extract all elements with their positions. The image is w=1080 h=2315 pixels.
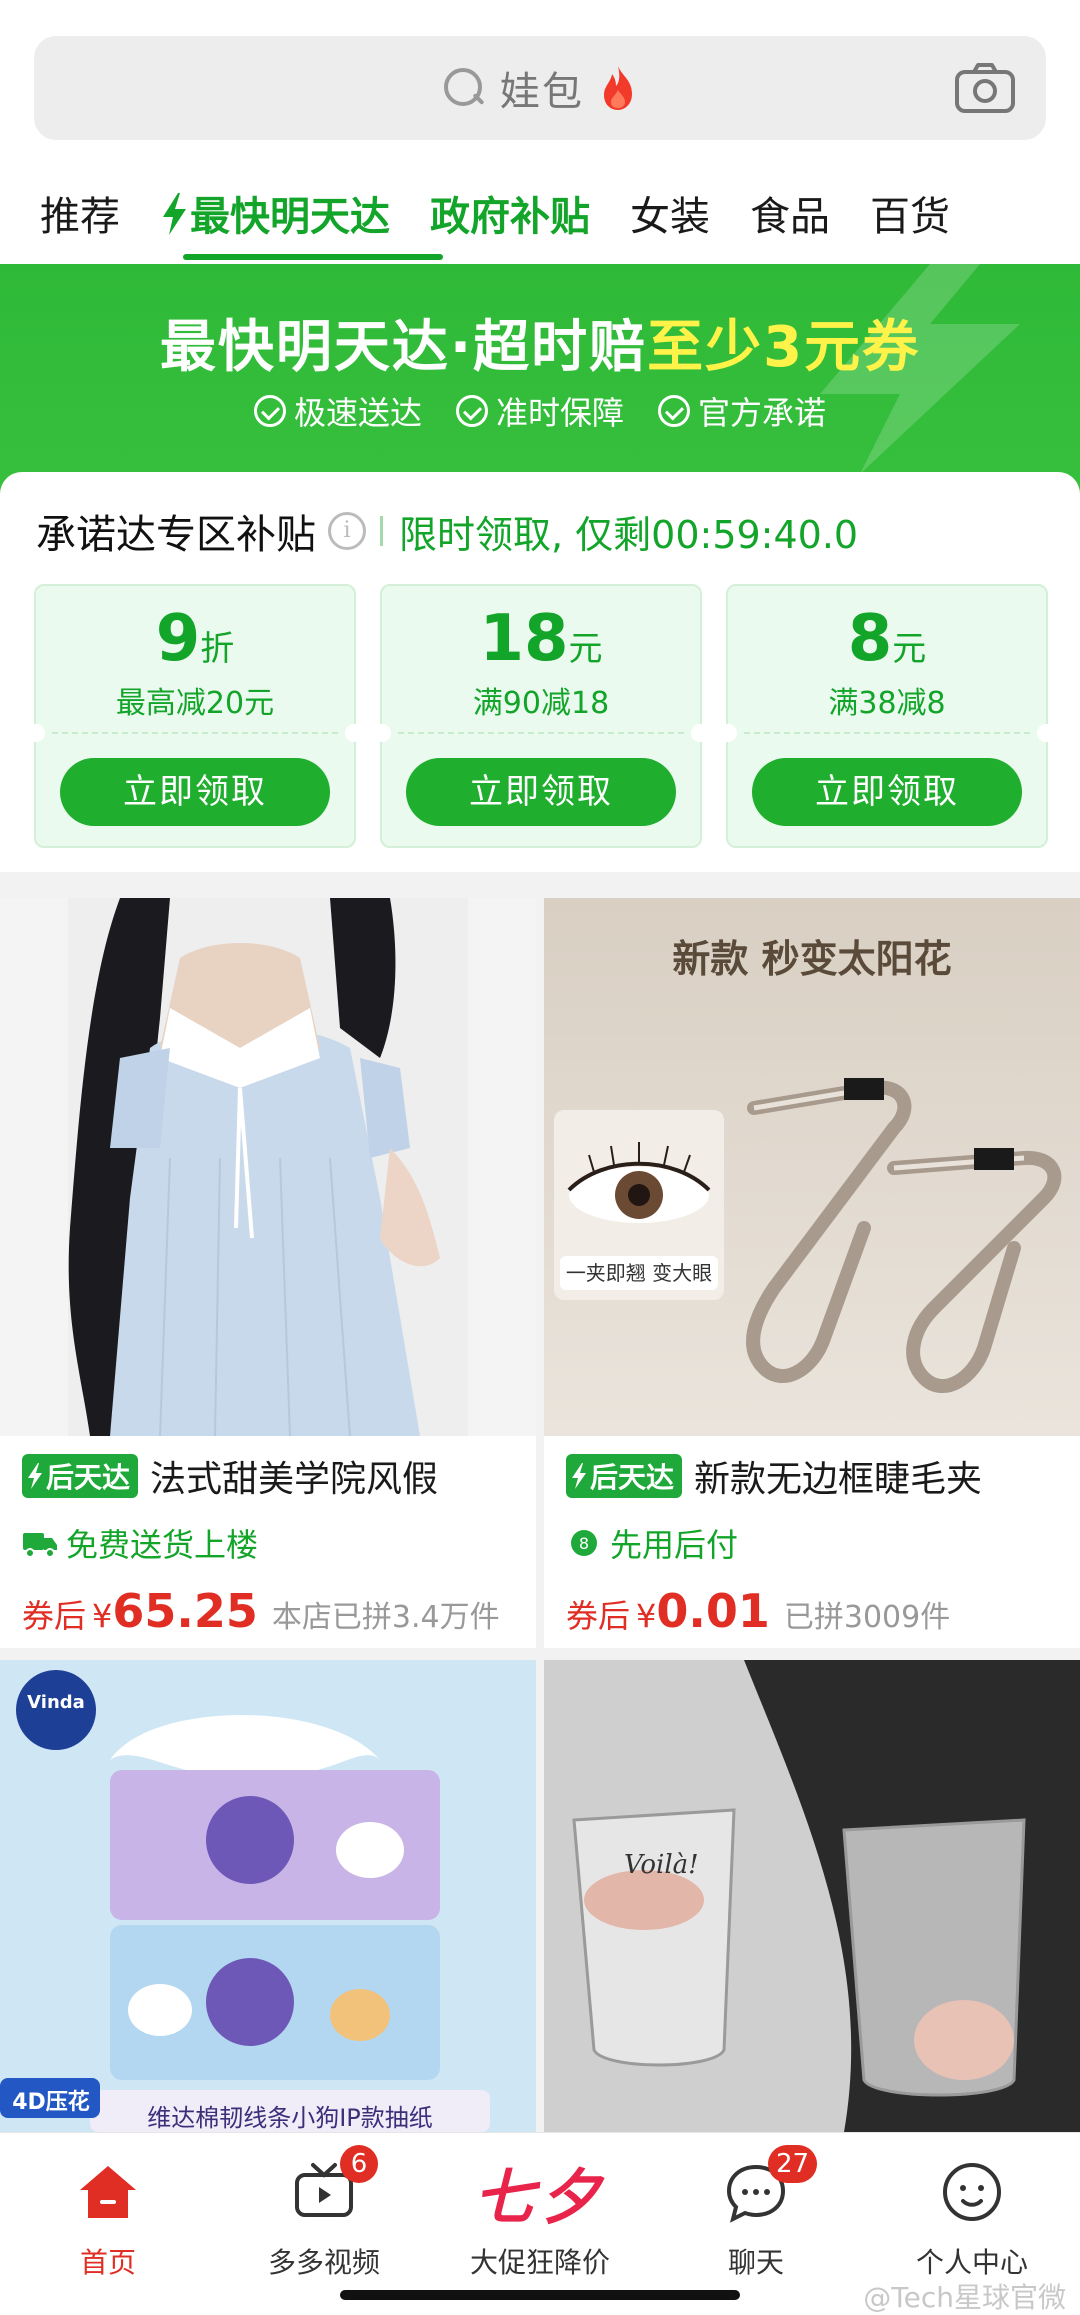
sold-count: 已拼3009件 xyxy=(783,1600,951,1635)
coupon-divider xyxy=(398,732,684,734)
product-price: 券后 ¥ 65.25 本店已拼3.4万件 xyxy=(22,1584,500,1638)
coupon-value: 18元 xyxy=(479,602,603,676)
category-tabs: 推荐 最快明天达 政府补贴 女装 食品 百货 xyxy=(0,170,1080,270)
coupon-value: 9折 xyxy=(155,602,235,676)
delivery-truck-icon xyxy=(23,1533,57,1558)
banner-badges: 极速送达 准时保障 官方承诺 xyxy=(0,388,1080,434)
badge-on-time: 准时保障 xyxy=(455,388,624,434)
product-feature: 免费送货上楼 xyxy=(22,1520,258,1566)
subsidy-panel: 承诺达专区补贴 i 限时领取, 仅剩00:59:40.0 9折 最高减20元 立… xyxy=(0,472,1080,872)
product-title-row: 后天达 新款无边框睫毛夹 xyxy=(566,1450,1070,1502)
claim-coupon-button[interactable]: 立即领取 xyxy=(752,758,1022,826)
countdown-timer: 限时领取, 仅剩00:59:40.0 xyxy=(399,512,859,557)
info-icon[interactable]: i xyxy=(328,512,366,550)
tab-womens-clothing[interactable]: 女装 xyxy=(630,170,710,242)
check-circle-icon xyxy=(658,395,690,427)
coupon-divider xyxy=(52,732,338,734)
product-image: 新款 秒变太阳花 一夹即翘 变大眼 xyxy=(544,898,1080,1436)
tab-fastest-delivery[interactable]: 最快明天达 xyxy=(160,170,390,242)
image-text: Voilà! xyxy=(624,1850,699,1880)
active-tab-indicator xyxy=(183,254,443,260)
product-price: 券后 ¥ 0.01 已拼3009件 xyxy=(566,1584,951,1638)
nav-profile[interactable]: 个人中心 xyxy=(864,2149,1080,2281)
coupon-value: 8元 xyxy=(847,602,927,676)
product-title-row: 后天达 法式甜美学院风假 xyxy=(22,1450,526,1502)
app-screen: 娃包 推荐 最快明天达 政府补贴 女装 食品 百货 最快明天达·超时赔至少3元券… xyxy=(0,0,1080,2315)
badge-fast-delivery: 极速送达 xyxy=(253,388,422,434)
search-input[interactable]: 娃包 xyxy=(500,59,584,117)
home-indicator[interactable] xyxy=(340,2290,740,2300)
lightning-icon xyxy=(572,1463,586,1489)
home-icon xyxy=(80,2166,136,2218)
tab-general-goods[interactable]: 百货 xyxy=(870,170,950,242)
nav-chat[interactable]: 27 聊天 xyxy=(648,2145,864,2281)
product-image: Voilà! xyxy=(544,1660,1080,2132)
product-image xyxy=(0,898,536,1436)
image-caption: 维达棉韧线条小狗IP款抽纸 xyxy=(147,2104,433,2132)
product-card[interactable]: Voilà! xyxy=(544,1660,1080,2132)
sold-count: 本店已拼3.4万件 xyxy=(271,1600,500,1635)
chat-badge: 27 xyxy=(768,2145,818,2183)
watermark: @Tech星球官微 xyxy=(863,2281,1066,2314)
delivery-tag: 后天达 xyxy=(22,1454,139,1498)
subsidy-title: 承诺达专区补贴 xyxy=(36,512,316,558)
coupon-condition: 最高减20元 xyxy=(115,686,275,721)
coupon-card[interactable]: 9折 最高减20元 立即领取 xyxy=(27,584,363,848)
coupon-condition: 满90减18 xyxy=(472,686,610,721)
lightning-icon xyxy=(163,193,186,235)
product-feature: 8 先用后付 xyxy=(566,1520,738,1566)
camera-icon[interactable] xyxy=(954,62,1016,114)
tab-food[interactable]: 食品 xyxy=(750,170,830,242)
claim-coupon-button[interactable]: 立即领取 xyxy=(406,758,676,826)
product-image: Vinda 4D压花 维达棉韧线条小狗IP款抽纸 xyxy=(0,1660,536,2132)
lightning-icon xyxy=(28,1463,42,1489)
check-circle-icon xyxy=(253,395,286,427)
nav-home[interactable]: 首页 xyxy=(0,2149,216,2281)
product-card[interactable]: Vinda 4D压花 维达棉韧线条小狗IP款抽纸 xyxy=(0,1660,536,2132)
coupon-divider xyxy=(744,732,1030,734)
coupon-list: 9折 最高减20元 立即领取 18元 满90减18 立即领取 8元 满38减8 … xyxy=(27,584,1055,848)
promo-logo: 七夕 xyxy=(474,2162,606,2233)
image-caption: 一夹即翘 变大眼 xyxy=(560,1256,718,1290)
badge-official-promise: 官方承诺 xyxy=(658,388,826,434)
search-icon xyxy=(442,66,486,110)
svg-text:8: 8 xyxy=(579,1534,589,1553)
section-gap xyxy=(0,872,1080,898)
brand-logo: Vinda xyxy=(27,1692,85,1713)
check-circle-icon xyxy=(455,395,488,427)
coupon-card[interactable]: 18元 满90减18 立即领取 xyxy=(373,584,709,848)
divider xyxy=(380,516,383,546)
search-bar[interactable]: 娃包 xyxy=(34,36,1046,140)
product-title: 新款无边框睫毛夹 xyxy=(694,1459,983,1500)
fire-icon xyxy=(604,66,632,110)
coupon-card[interactable]: 8元 满38减8 立即领取 xyxy=(719,584,1055,848)
video-badge: 6 xyxy=(340,2145,378,2183)
tab-recommend[interactable]: 推荐 xyxy=(40,170,120,242)
claim-coupon-button[interactable]: 立即领取 xyxy=(60,758,330,826)
product-title: 法式甜美学院风假 xyxy=(150,1459,439,1500)
nav-promo[interactable]: 七夕 大促狂降价 xyxy=(432,2149,648,2281)
nav-video[interactable]: 6 多多视频 xyxy=(216,2145,432,2281)
product-card[interactable]: 后天达 法式甜美学院风假 免费送货上楼 券后 ¥ 65.25 本店已拼3.4万件 xyxy=(0,898,536,1648)
pay-later-icon: 8 xyxy=(571,1530,597,1556)
delivery-tag: 后天达 xyxy=(566,1454,683,1498)
tab-government-subsidy[interactable]: 政府补贴 xyxy=(430,170,590,242)
subsidy-header: 承诺达专区补贴 i 限时领取, 仅剩00:59:40.0 xyxy=(36,502,858,560)
profile-icon xyxy=(943,2163,1001,2221)
curler-graphic xyxy=(746,1078,1062,1393)
image-badge: 4D压花 xyxy=(12,2090,90,2115)
coupon-condition: 满38减8 xyxy=(828,686,946,721)
product-grid: 后天达 法式甜美学院风假 免费送货上楼 券后 ¥ 65.25 本店已拼3.4万件… xyxy=(0,898,1080,2132)
image-headline: 新款 秒变太阳花 xyxy=(672,937,952,981)
banner-title: 最快明天达·超时赔至少3元券 xyxy=(159,315,921,380)
product-card[interactable]: 新款 秒变太阳花 一夹即翘 变大眼 后天达 新款无边框睫毛夹 8 先用后付 券后… xyxy=(544,898,1080,1648)
eye-photo: 一夹即翘 变大眼 xyxy=(554,1110,724,1300)
